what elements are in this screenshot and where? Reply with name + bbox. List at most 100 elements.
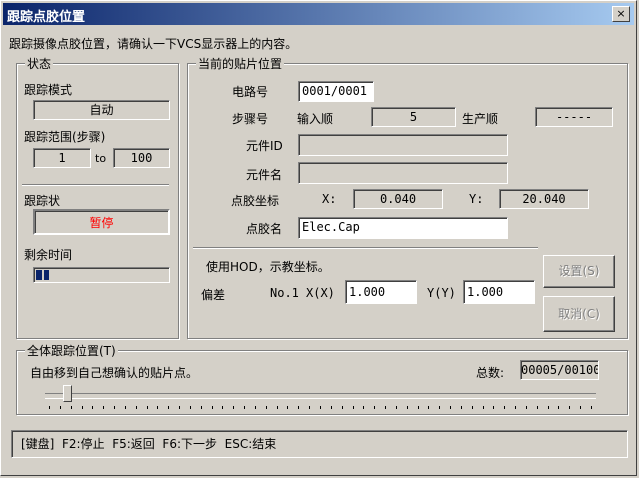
slider-tick bbox=[417, 406, 419, 409]
slider-tick bbox=[70, 406, 72, 409]
part-name-value bbox=[298, 162, 508, 184]
status-group: 状态 跟踪模式 自动 跟踪范围(步骤) 1 to 100 跟踪状 暂停 剩余时间 bbox=[16, 55, 179, 339]
x-coord-label: X: bbox=[322, 192, 337, 206]
y-coord-value: 20.040 bbox=[499, 189, 589, 209]
slider-tick bbox=[395, 406, 397, 409]
slider-tick bbox=[200, 406, 202, 409]
part-id-value bbox=[298, 134, 508, 156]
slider-tick bbox=[471, 406, 473, 409]
y-offset-input[interactable] bbox=[463, 280, 535, 304]
slider-tick bbox=[81, 406, 83, 409]
total-value: 00005/00100 bbox=[520, 360, 599, 380]
slider-tick bbox=[450, 406, 452, 409]
x-input-label: X(X) bbox=[306, 286, 335, 300]
slider-tick bbox=[341, 406, 343, 409]
window-title: 跟踪点胶位置 bbox=[7, 10, 86, 25]
slider-tick bbox=[525, 406, 527, 409]
dispense-name-label: 点胶名 bbox=[246, 222, 283, 236]
range-label: 跟踪范围(步骤) bbox=[24, 130, 106, 144]
slider-tick bbox=[189, 406, 191, 409]
cancel-button[interactable]: 取消(C) bbox=[543, 296, 615, 332]
remaining-time-label: 剩余时间 bbox=[24, 248, 73, 262]
slider-tick bbox=[460, 406, 462, 409]
current-legend: 当前的贴片位置 bbox=[196, 55, 285, 72]
production-order-value: ----- bbox=[535, 107, 613, 127]
progress-fill bbox=[36, 270, 50, 280]
slider-tick bbox=[330, 406, 332, 409]
slider-tick bbox=[320, 406, 321, 409]
slider-tick bbox=[124, 406, 126, 409]
close-button[interactable]: × bbox=[612, 6, 630, 22]
circuit-label: 电路号 bbox=[232, 85, 269, 99]
part-name-label: 元件名 bbox=[246, 168, 283, 182]
dialog-window: 跟踪点胶位置 × 跟踪摄像点胶位置，请确认一下VCS显示器上的内容。 状态 跟踪… bbox=[0, 0, 637, 476]
production-order-label: 生产顺 bbox=[462, 112, 499, 126]
slider-tick bbox=[439, 406, 441, 409]
input-order-value: 5 bbox=[371, 107, 456, 127]
slider-tick bbox=[157, 406, 159, 409]
part-id-label: 元件ID bbox=[246, 139, 283, 153]
coord-label: 点胶坐标 bbox=[231, 194, 280, 208]
slider-tick bbox=[363, 406, 365, 409]
slider-tick bbox=[352, 406, 354, 409]
keyboard-hint-text: [键盘] F2:停止 F5:返回 F6:下一步 ESC:结束 bbox=[21, 437, 277, 451]
offset-no-label: No.1 bbox=[270, 286, 299, 300]
close-icon: × bbox=[616, 7, 626, 20]
current-position-group: 当前的贴片位置 电路号 0001/0001 步骤号 输入顺 5 生产顺 ----… bbox=[187, 55, 628, 339]
slider-tick bbox=[591, 406, 592, 409]
slider-tick bbox=[168, 406, 170, 409]
overall-hint: 自由移到自己想确认的贴片点。 bbox=[30, 366, 199, 380]
state-value: 暂停 bbox=[33, 209, 170, 235]
slider-tick bbox=[146, 406, 148, 409]
x-coord-value: 0.040 bbox=[353, 189, 443, 209]
slider-tick bbox=[504, 406, 506, 409]
slider-tick bbox=[287, 406, 289, 409]
slider-tick bbox=[59, 406, 61, 409]
mode-label: 跟踪模式 bbox=[24, 83, 73, 97]
slider-tick bbox=[385, 406, 387, 409]
mode-value: 自动 bbox=[33, 100, 170, 120]
slider-tick bbox=[482, 406, 484, 409]
slider-tick bbox=[265, 406, 267, 409]
y-input-label: Y(Y) bbox=[427, 286, 456, 300]
slider-tick bbox=[179, 406, 181, 409]
range-to-label: to bbox=[95, 152, 107, 165]
slider-track[interactable] bbox=[45, 393, 596, 399]
range-to-value: 100 bbox=[113, 148, 170, 168]
instruction-text: 跟踪摄像点胶位置，请确认一下VCS显示器上的内容。 bbox=[9, 37, 298, 51]
slider-tick bbox=[222, 406, 224, 409]
slider-tick bbox=[406, 406, 408, 409]
state-label: 跟踪状 bbox=[24, 194, 61, 208]
keyboard-hint-bar: [键盘] F2:停止 F5:返回 F6:下一步 ESC:结束 bbox=[11, 430, 628, 458]
total-label: 总数: bbox=[476, 366, 505, 380]
overall-position-group: 全体跟踪位置(T) 自由移到自己想确认的贴片点。 总数: 00005/00100 bbox=[16, 342, 628, 415]
slider-tick bbox=[309, 406, 311, 409]
y-coord-label: Y: bbox=[469, 192, 484, 206]
range-from-value: 1 bbox=[33, 148, 91, 168]
slider-tick bbox=[558, 406, 560, 409]
slider-tick bbox=[536, 406, 538, 409]
dispense-name-value: Elec.Cap bbox=[298, 217, 508, 239]
slider-tick bbox=[515, 406, 517, 409]
title-bar[interactable]: 跟踪点胶位置 × bbox=[3, 3, 634, 25]
hod-text: 使用HOD，示教坐标。 bbox=[206, 260, 330, 274]
slider-tick bbox=[580, 406, 582, 409]
slider-tick bbox=[244, 406, 246, 409]
set-button[interactable]: 设置(S) bbox=[543, 255, 615, 288]
slider-tick bbox=[298, 406, 300, 409]
slider-tick bbox=[276, 406, 278, 409]
slider-ticks bbox=[49, 406, 592, 410]
slider-tick bbox=[493, 406, 495, 409]
slider-tick bbox=[374, 406, 376, 409]
input-order-label: 输入顺 bbox=[297, 112, 334, 126]
status-divider bbox=[22, 184, 169, 186]
slider-tick bbox=[49, 406, 50, 409]
slider-tick bbox=[114, 406, 116, 409]
slider-thumb[interactable] bbox=[63, 385, 73, 402]
slider-tick bbox=[92, 406, 94, 409]
slider-tick bbox=[254, 406, 256, 409]
slider-tick bbox=[428, 406, 430, 409]
remaining-time-progress bbox=[33, 267, 170, 283]
slider-tick bbox=[103, 406, 105, 409]
x-offset-input[interactable] bbox=[345, 280, 417, 304]
